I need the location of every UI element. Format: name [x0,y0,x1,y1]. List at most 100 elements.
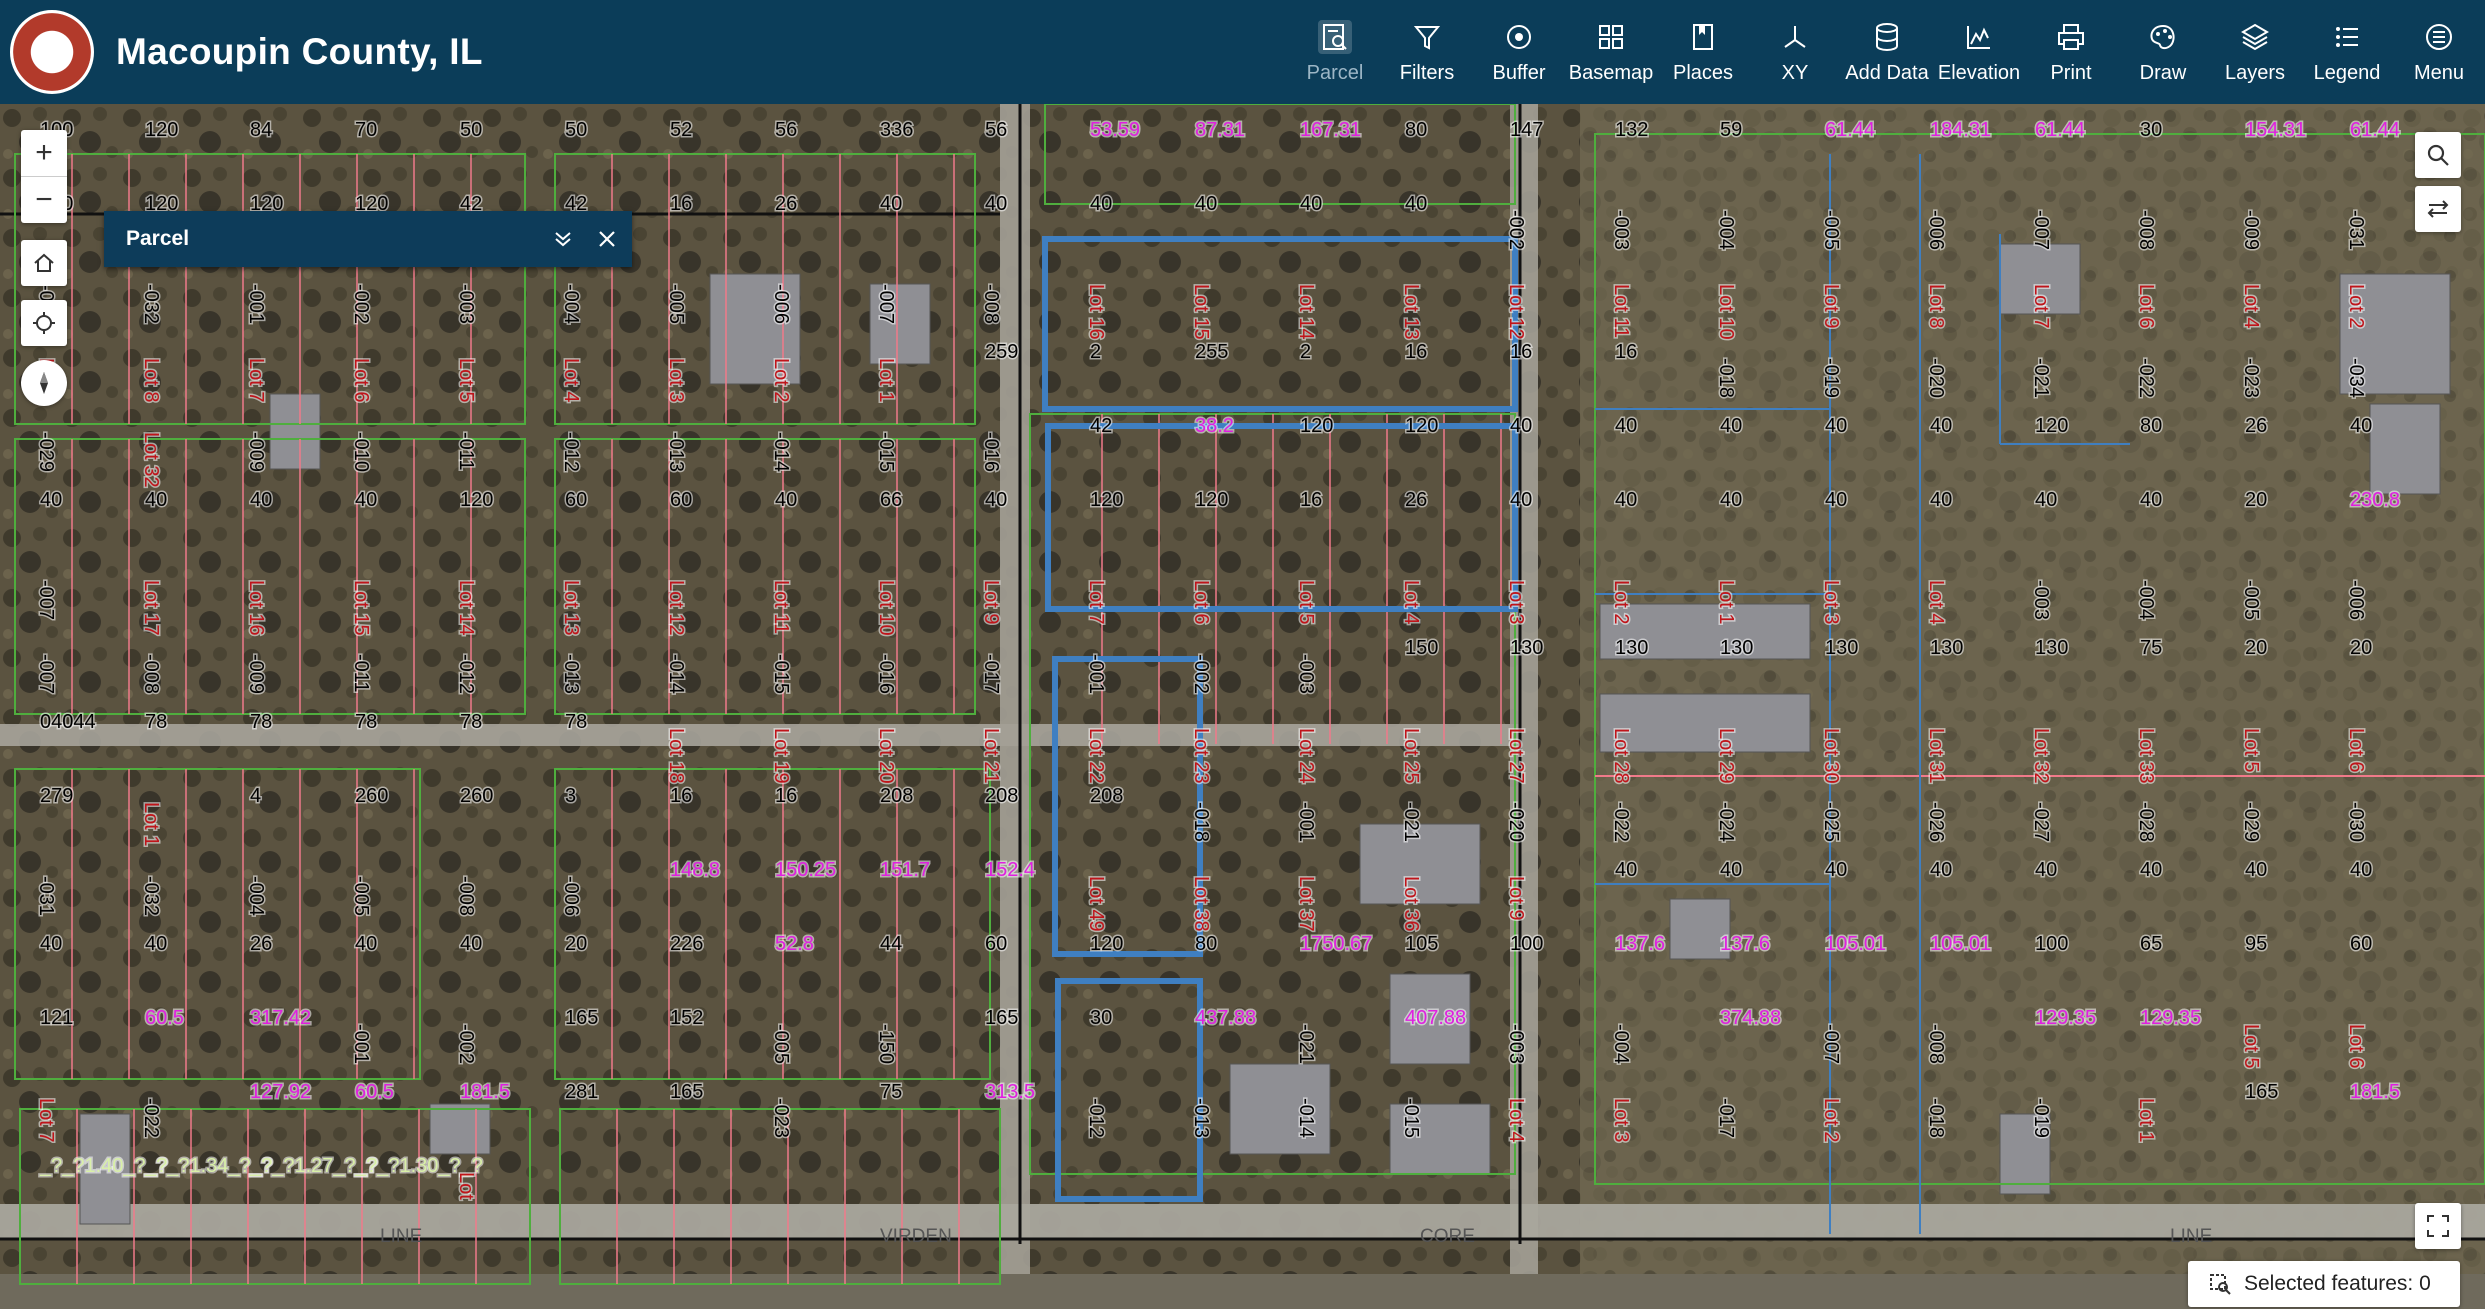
map-label: 154.31 [2245,119,2306,141]
map-label: 259 [985,341,1018,363]
map-label: Lot 27 [1505,728,1527,784]
map-label: -006 [2345,580,2367,620]
map-label: Lot 7 [35,1098,57,1142]
map-label: 120 [1300,415,1333,437]
map-label: 100 [1510,933,1543,955]
map-label: -023 [2240,358,2262,398]
map-label: 59 [1720,119,1742,141]
basemap-tool-button[interactable]: Basemap [1565,0,1657,104]
buffer-tool-label: Buffer [1492,61,1546,84]
map-label: -022 [2135,358,2157,398]
map-label: -004 [560,284,582,324]
zoom-in-button[interactable]: + [21,130,67,176]
filters-tool-button[interactable]: Filters [1381,0,1473,104]
xy-tool-button[interactable]: XY [1749,0,1841,104]
map-label: -008 [1925,1024,1947,1064]
filters-tool-label: Filters [1399,61,1455,84]
map-label: Lot 36 [1400,876,1422,932]
map-label: Lot 11 [1610,284,1632,338]
map-label: 105.01 [1825,933,1886,955]
map-label: Lot 9 [1505,876,1527,920]
compass-button[interactable] [21,360,67,406]
collapse-panel-button[interactable] [544,220,582,258]
map-label: Lot 13 [560,580,582,636]
map-label: 40 [1720,859,1742,881]
close-panel-button[interactable] [588,220,626,258]
buffer-tool-button[interactable]: Buffer [1473,0,1565,104]
map-label: 61.44 [2035,119,2085,141]
map-label: 129.35 [2140,1007,2201,1029]
bookmark-icon [1693,23,1713,50]
map-label: 279 [40,785,73,807]
county-seal-logo [10,10,94,94]
map-canvas[interactable]: 100 120 84 70 50 50 52 56 336 56 53.59 87.31 167.31 8… [0,104,2485,1309]
parcel-tool-button[interactable]: Parcel [1289,0,1381,104]
compass-icon [40,372,48,394]
map-label: 60 [985,933,1007,955]
map-label: 127.92 [250,1081,311,1103]
map-label: Lot 8 [1925,284,1947,328]
places-tool-button[interactable]: Places [1657,0,1749,104]
add-data-tool-button[interactable]: Add Data [1841,0,1933,104]
elevation-tool-button[interactable]: Elevation [1933,0,2025,104]
map-label: 60 [565,489,587,511]
fullscreen-button[interactable] [2415,1203,2461,1249]
map-label: 40 [1825,415,1847,437]
layers-tool-label: Layers [2224,61,2286,84]
locate-button[interactable] [21,300,67,346]
map-label: Lot 6 [350,358,372,402]
map-label: 78 [250,711,272,733]
map-label: Lot 2 [1610,580,1632,624]
map-label: 75 [880,1081,902,1103]
map-label: 40 [1300,193,1322,215]
map-label: Lot 1 [875,358,897,402]
map-label: 65 [2140,933,2162,955]
selected-features-label: Selected features: 0 [2244,1272,2431,1295]
swipe-button[interactable] [2415,186,2461,232]
map-label: 42 [1090,415,1112,437]
map-label: 2 [1300,341,1311,363]
parcel-map[interactable]: 100 120 84 70 50 50 52 56 336 56 53.59 87.31 167.31 8… [0,104,2485,1309]
map-label: -007 [875,284,897,324]
map-label: 60.5 [145,1007,184,1029]
print-tool-button[interactable]: Print [2025,0,2117,104]
map-label: -007 [35,580,57,620]
map-label: 16 [1510,341,1532,363]
map-label: 120 [1405,415,1438,437]
map-label: Lot 1 [2135,1098,2157,1142]
map-label: -006 [770,284,792,324]
map-label: Lot 10 [1715,284,1737,340]
home-button[interactable] [21,240,67,286]
map-label: -016 [980,432,1002,472]
map-label: 78 [145,711,167,733]
map-label: 52 [670,119,692,141]
map-label: Lot 7 [245,358,267,402]
legend-tool-button[interactable]: Legend [2301,0,2393,104]
close-icon [599,231,615,247]
map-label: Lot 7 [2030,284,2052,328]
map-label: 20 [2350,637,2372,659]
map-label: Lot [455,1172,477,1200]
zoom-out-button[interactable]: − [21,176,67,223]
map-label: 40 [1510,489,1532,511]
selected-features-button[interactable]: Selected features: 0 [2188,1261,2460,1307]
map-label: -005 [1820,210,1842,250]
map-label: -001 [1085,654,1107,694]
map-label: -002 [1190,654,1212,694]
app-header: Macoupin County, IL Parcel Filters Buffe… [0,0,2485,104]
map-label: 336 [880,119,913,141]
map-label: -005 [665,284,687,324]
search-button[interactable] [2415,132,2461,178]
map-label: -004 [2135,580,2157,620]
map-label: -011 [455,432,477,471]
map-label: Lot 12 [665,580,687,636]
menu-tool-button[interactable]: Menu [2393,0,2485,104]
map-label: 167.31 [1300,119,1361,141]
map-label: 40 [1510,415,1532,437]
map-label: 255 [1195,341,1228,363]
map-label: 137.6 [1615,933,1665,955]
draw-tool-button[interactable]: Draw [2117,0,2209,104]
map-label: -003 [1505,1024,1527,1064]
map-label: 40 [2035,859,2057,881]
layers-tool-button[interactable]: Layers [2209,0,2301,104]
